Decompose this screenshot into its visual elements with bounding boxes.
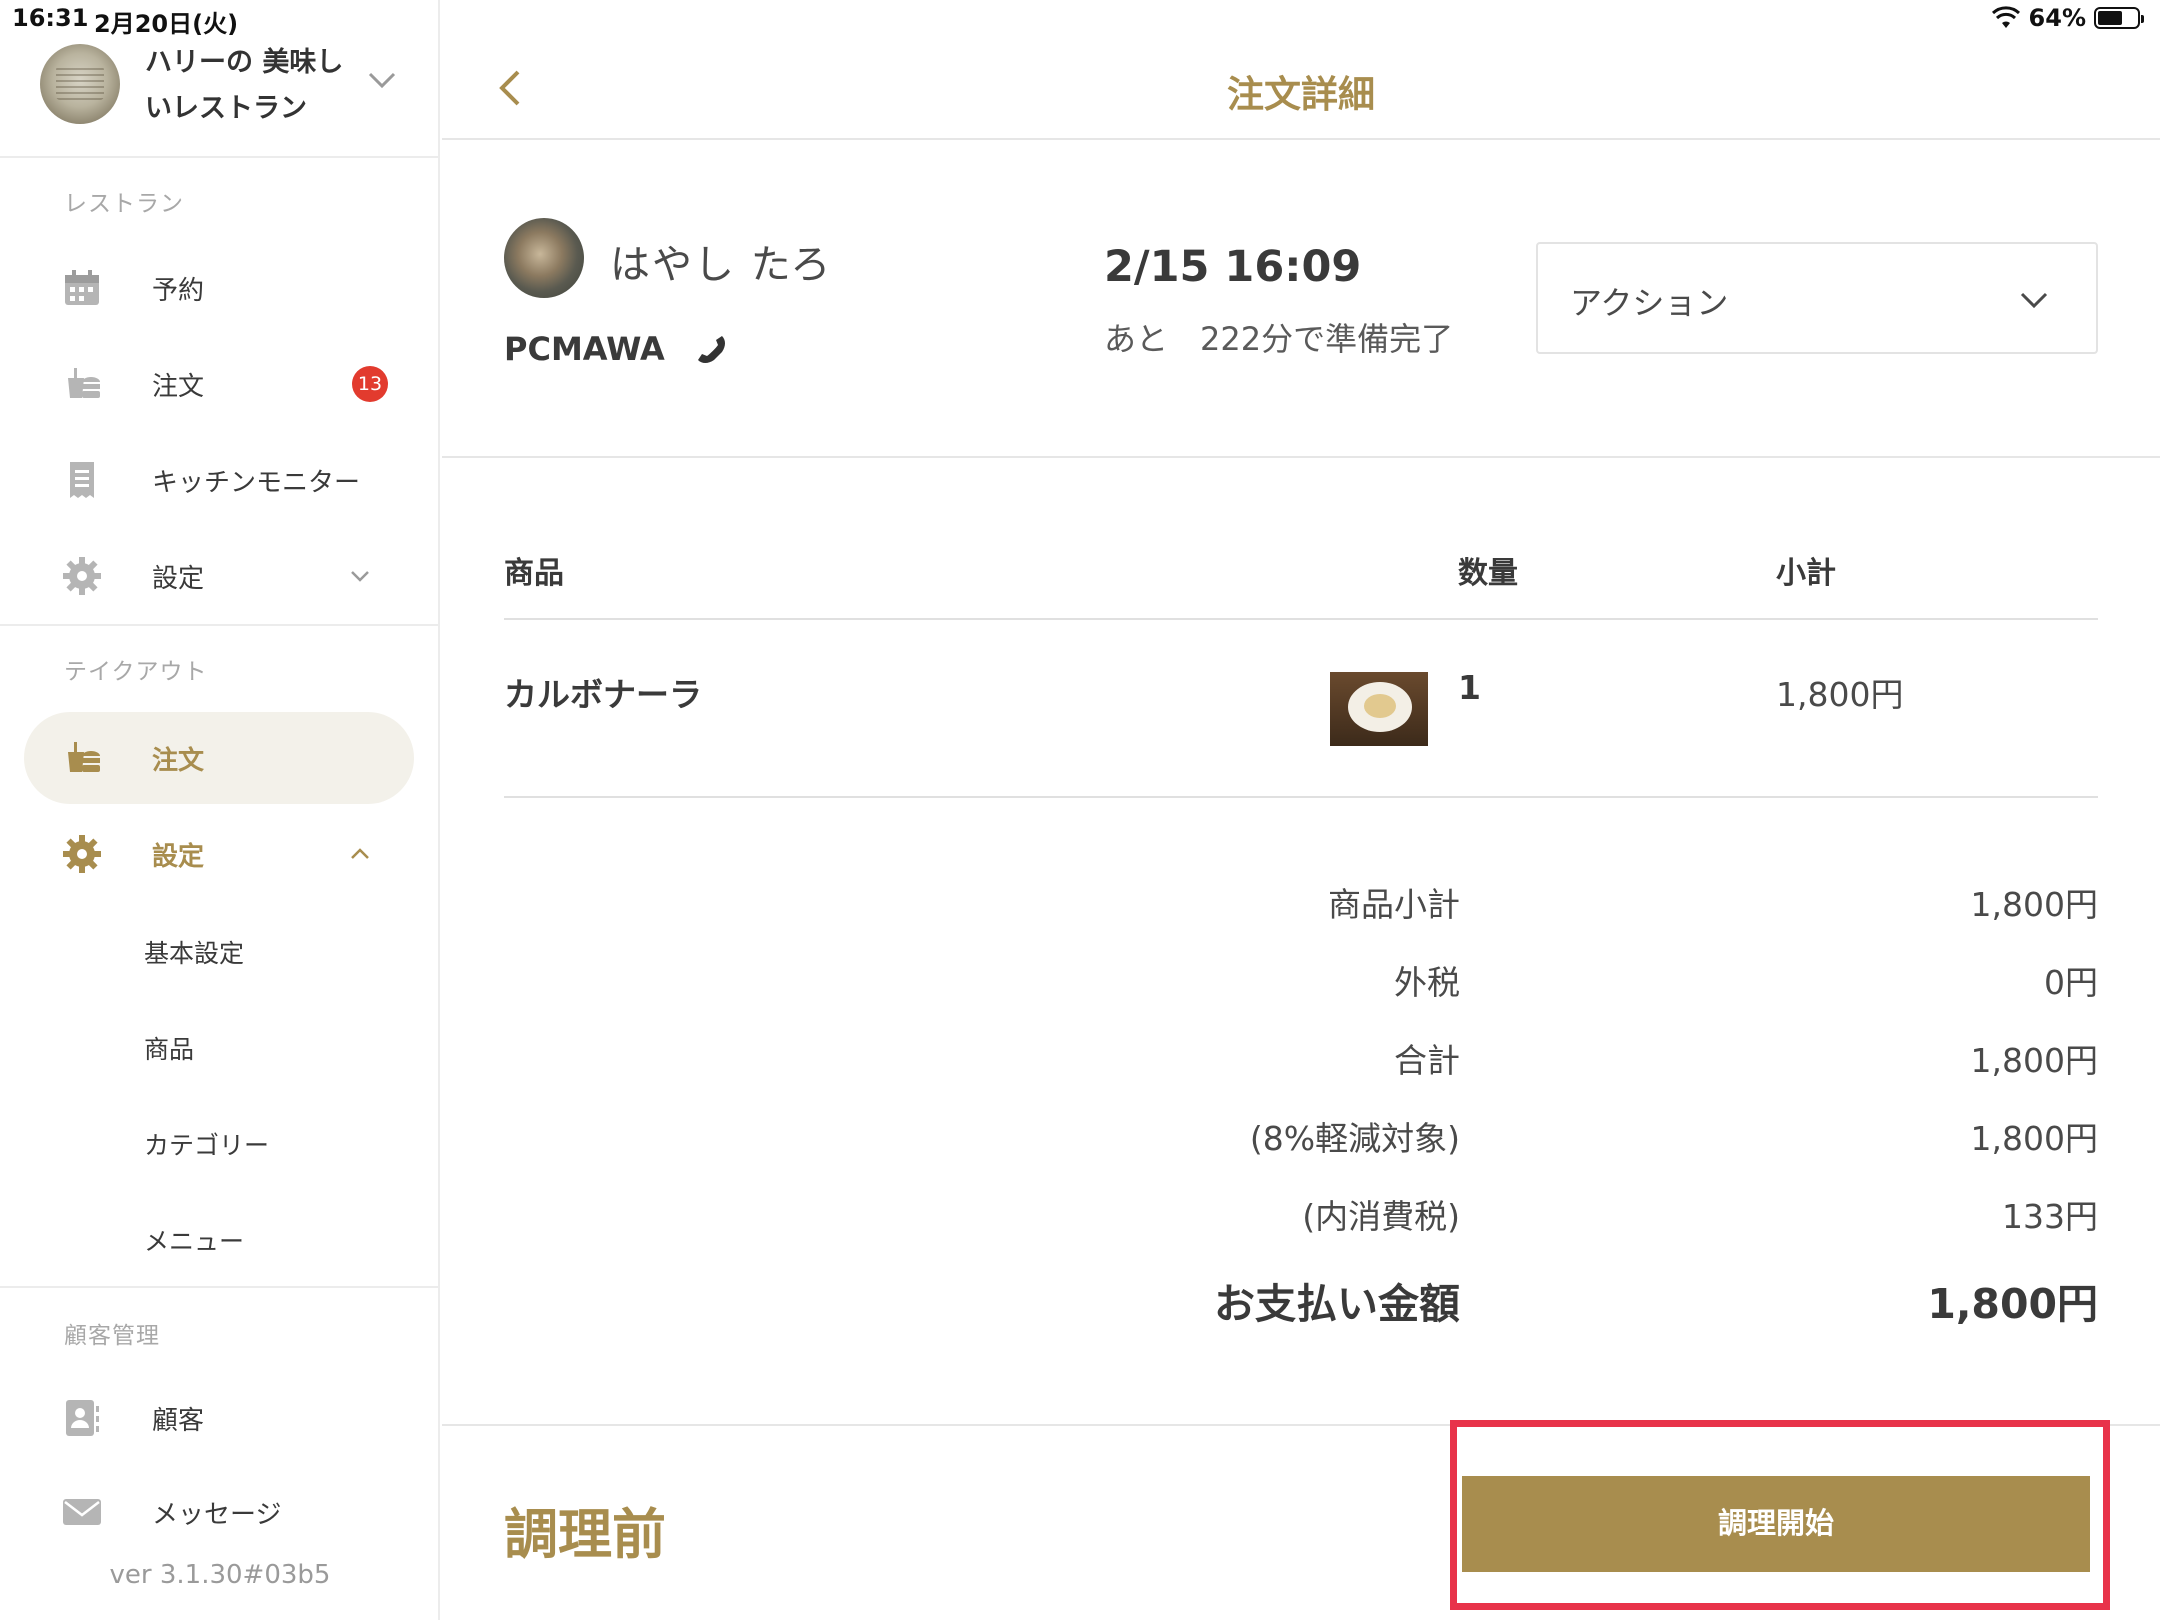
column-header-quantity: 数量 <box>1458 556 1518 591</box>
sidebar-item-label: キッチンモニター <box>152 467 361 498</box>
sidebar-item-label: 注文 <box>152 745 205 776</box>
summary-value-payment-amount: 1,800円 <box>1927 1280 2098 1328</box>
divider <box>0 1286 440 1288</box>
cooking-status: 調理前 <box>504 1503 666 1566</box>
sidebar-item-orders[interactable]: 注文 13 <box>24 338 414 430</box>
item-photo <box>1330 672 1428 746</box>
summary-label-total: 合計 <box>1394 1041 1460 1080</box>
customer-name: はやし たろ <box>610 242 833 288</box>
app-version: ver 3.1.30#03b5 <box>109 1560 331 1590</box>
section-customer: 顧客管理 <box>64 1323 160 1349</box>
receipt-icon <box>70 462 94 498</box>
status-time: 16:31 <box>12 4 89 32</box>
contact-icon <box>66 1400 99 1436</box>
shop-name: ハリーの 美味し いレストラン <box>145 40 355 132</box>
chevron-up-icon <box>351 848 369 859</box>
shop-name-line2: いレストラン <box>145 93 307 124</box>
sidebar-subitem-basic-settings[interactable]: 基本設定 <box>144 934 244 970</box>
order-detail-panel: 注文詳細 はやし たろ PCMAWA 2/15 16:09 あと 222分で準備… <box>442 0 2160 1620</box>
sidebar-item-kitchen-monitor[interactable]: キッチンモニター <box>24 434 414 526</box>
summary-value-item-subtotal: 1,800円 <box>1970 885 2098 924</box>
customer-avatar <box>504 218 584 298</box>
section-restaurant: レストラン <box>64 191 184 217</box>
status-date: 2月20日(火) <box>94 10 239 38</box>
calendar-icon <box>65 270 99 305</box>
summary-value-consumption-tax: 133円 <box>2002 1197 2098 1236</box>
sidebar-item-settings[interactable]: 設定 <box>24 530 414 622</box>
sidebar-subitem-menu[interactable]: メニュー <box>144 1222 244 1258</box>
action-dropdown[interactable]: アクション <box>1536 242 2098 354</box>
table-divider <box>504 796 2098 798</box>
battery-icon <box>2094 7 2144 29</box>
sidebar-item-takeout-settings[interactable]: 設定 <box>24 808 414 900</box>
sidebar-item-label: メッセージ <box>152 1499 282 1530</box>
summary-label-item-subtotal: 商品小計 <box>1328 885 1460 924</box>
chevron-down-icon <box>2020 292 2048 309</box>
summary-value-tax-exclusive: 0円 <box>2044 963 2098 1002</box>
customer-code: PCMAWA <box>504 330 665 368</box>
sidebar-subitem-categories[interactable]: カテゴリー <box>144 1126 269 1162</box>
sidebar-item-takeout-orders[interactable]: 注文 <box>24 712 414 804</box>
order-icon <box>68 742 100 772</box>
ready-countdown: あと 222分で準備完了 <box>1104 320 1454 358</box>
sidebar-item-label: 設定 <box>152 563 205 594</box>
phone-icon[interactable] <box>692 330 732 370</box>
divider <box>0 624 440 626</box>
summary-value-total: 1,800円 <box>1970 1041 2098 1080</box>
summary-label-consumption-tax: (内消費税) <box>1302 1197 1460 1236</box>
summary-value-reduced-rate: 1,800円 <box>1970 1119 2098 1158</box>
shop-avatar <box>40 44 120 124</box>
summary-label-tax-exclusive: 外税 <box>1394 963 1460 1002</box>
column-header-subtotal: 小計 <box>1776 556 1836 591</box>
item-quantity: 1 <box>1458 668 1481 707</box>
column-header-product: 商品 <box>504 556 564 591</box>
order-count-badge: 13 <box>352 366 388 402</box>
sidebar: ハリーの 美味し いレストラン レストラン 予約 注文 13 キッチンモニター … <box>0 0 440 1620</box>
battery-percent: 64% <box>2028 4 2086 32</box>
shop-switcher[interactable]: ハリーの 美味し いレストラン <box>0 38 440 158</box>
action-dropdown-label: アクション <box>1570 284 1729 322</box>
gear-icon <box>63 557 101 595</box>
sidebar-subitem-products[interactable]: 商品 <box>144 1030 194 1066</box>
sidebar-item-messages[interactable]: メッセージ <box>24 1466 414 1558</box>
chevron-down-icon <box>351 571 369 582</box>
status-right: 64% <box>1991 4 2144 32</box>
header-bar: 注文詳細 <box>442 38 2160 140</box>
wifi-icon <box>1991 6 2020 28</box>
section-takeout: テイクアウト <box>64 659 208 685</box>
sidebar-item-reservations[interactable]: 予約 <box>24 242 414 334</box>
order-time: 2/15 16:09 <box>1104 242 1362 292</box>
order-icon <box>68 368 100 398</box>
sidebar-item-label: 設定 <box>152 841 205 872</box>
shop-name-line1: ハリーの 美味し <box>145 47 344 78</box>
summary-label-reduced-rate: (8%軽減対象) <box>1249 1119 1460 1158</box>
status-bar: 16:31 2月20日(火) 64% <box>0 0 2160 38</box>
chevron-down-icon[interactable] <box>364 62 400 98</box>
start-cooking-button[interactable]: 調理開始 <box>1462 1476 2090 1572</box>
item-subtotal: 1,800円 <box>1776 675 1904 714</box>
item-name: カルボナーラ <box>504 675 702 714</box>
sidebar-item-customers[interactable]: 顧客 <box>24 1372 414 1464</box>
summary-label-payment-amount: お支払い金額 <box>1214 1280 1460 1328</box>
sidebar-item-label: 顧客 <box>152 1405 205 1436</box>
table-divider <box>504 618 2098 620</box>
gear-icon <box>63 835 101 873</box>
sidebar-item-label: 予約 <box>152 275 205 306</box>
sidebar-item-label: 注文 <box>152 371 205 402</box>
divider <box>442 456 2160 458</box>
page-title: 注文詳細 <box>1227 73 1375 116</box>
mail-icon <box>63 1499 101 1525</box>
